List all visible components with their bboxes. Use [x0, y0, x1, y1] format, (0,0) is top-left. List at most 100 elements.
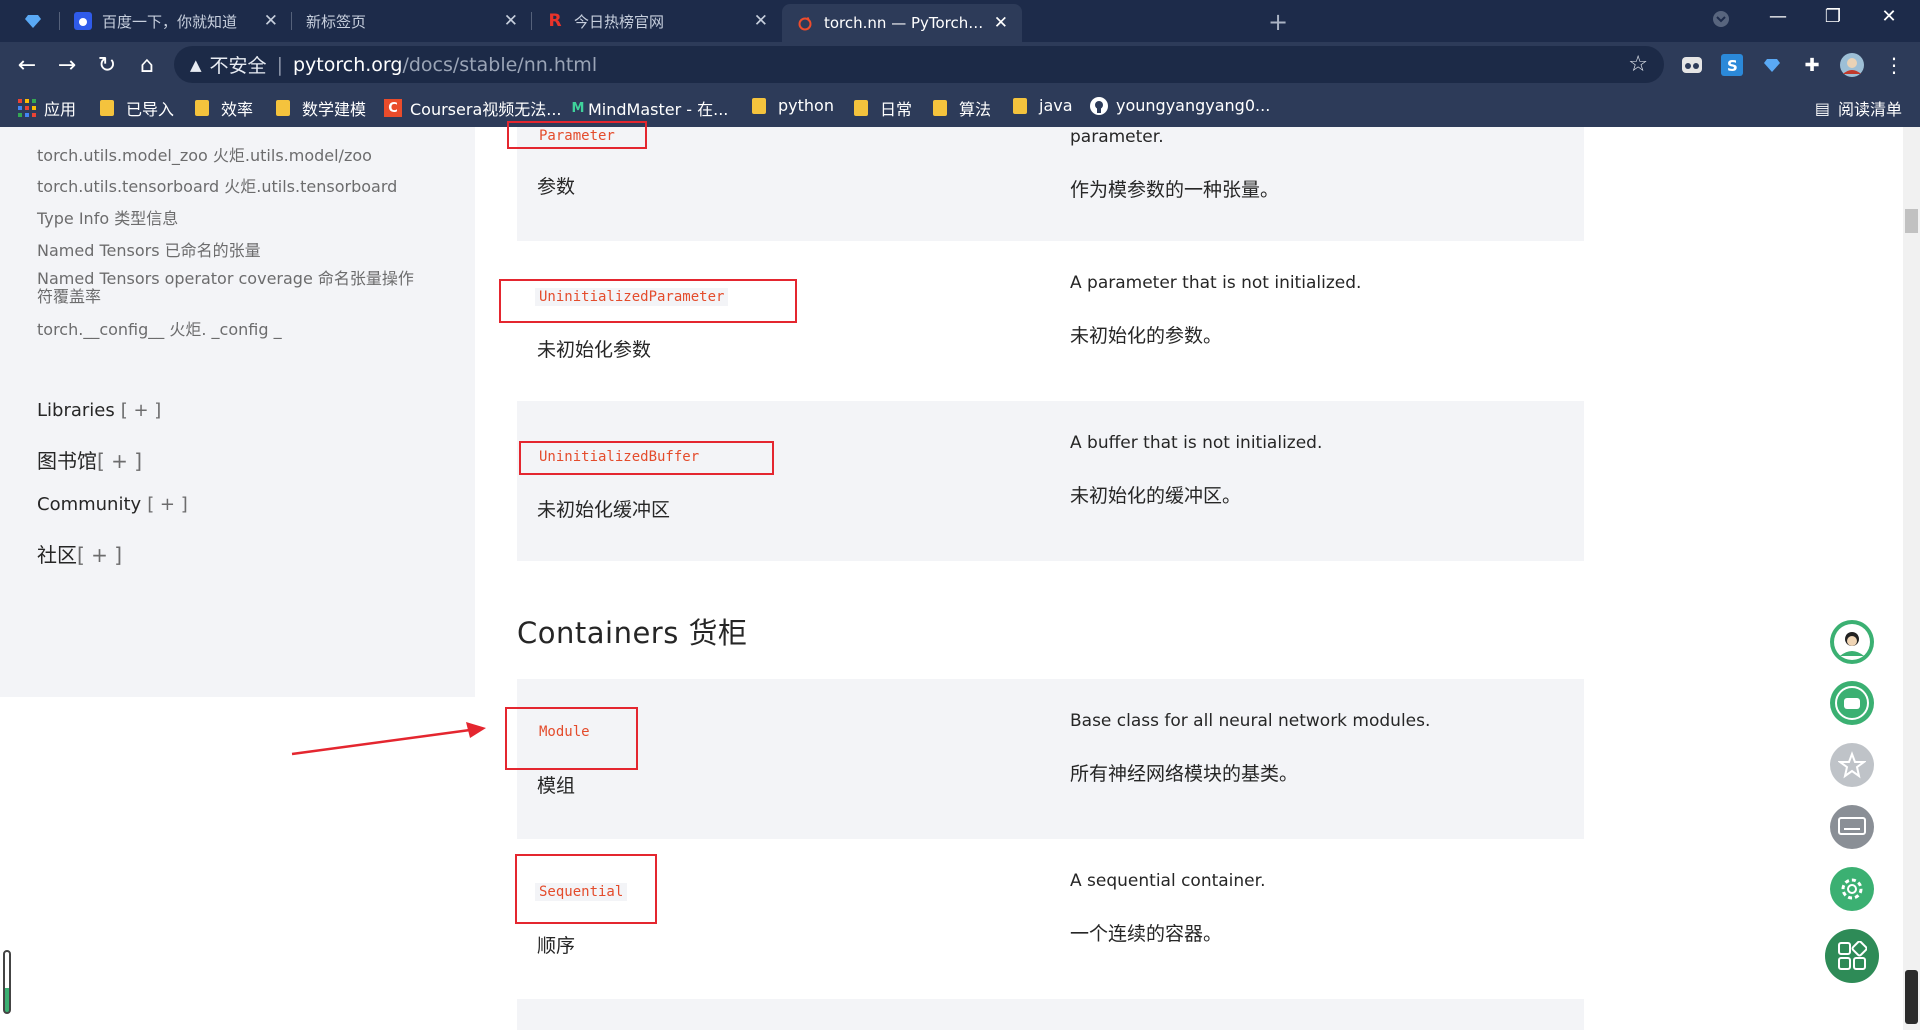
bookmark-github[interactable]: youngyangyang0... [1090, 96, 1270, 115]
tab-title: 新标签页 [306, 12, 367, 31]
bookmark-folder-imported[interactable]: 已导入 [100, 96, 174, 120]
address-bar[interactable]: ▲ 不安全 | pytorch.org/docs/stable/nn.html … [174, 46, 1664, 83]
scroll-widget[interactable] [1905, 970, 1918, 1024]
tab-title: torch.nn — PyTorch 1.9.0 documentation [824, 14, 986, 32]
page-scrollbar[interactable] [1903, 127, 1920, 1030]
api-name-cn: 未初始化缓冲区 [537, 499, 671, 521]
tab-pinned[interactable] [10, 0, 60, 42]
bookmark-star-icon[interactable]: ☆ [1628, 52, 1648, 77]
api-name-cn: 未初始化参数 [537, 339, 652, 361]
profile-avatar[interactable] [1838, 51, 1866, 79]
api-link-uninitialized-buffer[interactable]: UninitializedBuffer [535, 448, 704, 466]
sidebar-link-config[interactable]: torch.__config__ 火炬. _config _ [37, 321, 437, 339]
bookmark-folder-efficiency[interactable]: 效率 [195, 96, 253, 120]
apps-grid-icon[interactable] [1825, 929, 1879, 983]
keyboard-icon[interactable] [1830, 805, 1874, 849]
reading-list-button[interactable]: ▤ 阅读清单 [1815, 96, 1902, 120]
forward-arrow-icon[interactable]: → [52, 50, 82, 80]
api-description-en: A buffer that is not initialized. [1070, 433, 1323, 453]
sidebar-link-type-info[interactable]: Type Info 类型信息 [37, 210, 437, 228]
pytorch-icon [796, 14, 814, 32]
extension-s-icon[interactable]: S [1718, 51, 1746, 79]
window-close-icon[interactable]: ✕ [1866, 6, 1912, 27]
api-description-cn: 未初始化的缓冲区。 [1070, 485, 1242, 507]
more-menu-icon[interactable]: ⋮ [1880, 51, 1908, 79]
chat-icon[interactable] [1830, 681, 1874, 725]
table-row [517, 999, 1584, 1030]
svg-text:S: S [1727, 57, 1738, 75]
volume-slider[interactable] [3, 950, 11, 1014]
close-icon[interactable]: ✕ [754, 11, 768, 31]
tab-baidu[interactable]: 百度一下，你就知道 ✕ [60, 0, 292, 42]
api-link-sequential[interactable]: Sequential [535, 883, 628, 901]
star-icon[interactable] [1830, 743, 1874, 787]
api-description-en: Base class for all neural network module… [1070, 711, 1431, 731]
tab-strip: 百度一下，你就知道 ✕ 新标签页 ✕ R 今日热榜官网 ✕ torch.nn —… [0, 0, 1920, 42]
bookmarks-bar: 应用 已导入 效率 数学建模 C Coursera视频无法... M MindMas… [0, 87, 1920, 127]
avatar-icon[interactable] [1830, 620, 1874, 664]
new-tab-plus-icon[interactable]: + [1268, 8, 1288, 36]
api-name-cn: 参数 [537, 176, 576, 198]
expand-toggle[interactable]: [ + ] [147, 494, 188, 515]
reload-icon[interactable]: ↻ [92, 50, 122, 80]
sidebar-section-community[interactable]: Community[ + ] [37, 494, 188, 515]
home-icon[interactable]: ⌂ [132, 50, 162, 80]
bookmark-label: 效率 [221, 100, 254, 119]
sidebar-section-libraries-cn[interactable]: 图书馆[ + ] [37, 445, 142, 474]
sidebar-link-named-tensors-coverage[interactable]: Named Tensors operator coverage 命名张量操作符覆… [37, 270, 427, 306]
account-circle-icon[interactable] [1698, 10, 1744, 33]
github-icon [1090, 96, 1108, 115]
api-link-parameter[interactable]: Parameter [535, 127, 619, 145]
expand-toggle[interactable]: [ + ] [121, 400, 162, 421]
table-row: Sequential 顺序 A sequential container. 一个… [515, 839, 1584, 999]
bookmark-label: youngyangyang0... [1116, 96, 1271, 115]
section-heading-containers: Containers 货柜 [517, 616, 748, 650]
back-arrow-icon[interactable]: ← [12, 50, 42, 80]
settings-gear-icon[interactable] [1830, 867, 1874, 911]
expand-toggle[interactable]: [ + ] [77, 543, 122, 567]
tab-new[interactable]: 新标签页 ✕ [292, 0, 532, 42]
browser-toolbar: ← → ↻ ⌂ ▲ 不安全 | pytorch.org/docs/stable/… [0, 42, 1920, 87]
minimize-icon[interactable]: — [1755, 6, 1801, 27]
sidebar-link-named-tensors[interactable]: Named Tensors 已命名的张量 [37, 242, 437, 260]
bookmark-folder-math-modeling[interactable]: 数学建模 [276, 96, 366, 120]
sidebar-section-community-cn[interactable]: 社区[ + ] [37, 539, 122, 568]
extension-mask-icon[interactable] [1678, 51, 1706, 79]
scrollbar-thumb[interactable] [1905, 209, 1918, 233]
bookmark-apps[interactable]: 应用 [18, 96, 76, 120]
reading-list-icon: ▤ [1814, 98, 1830, 118]
sidebar-link-model-zoo[interactable]: torch.utils.model_zoo 火炬.utils.model/zoo [37, 147, 437, 165]
api-link-uninitialized-parameter[interactable]: UninitializedParameter [535, 288, 729, 306]
table-row: UninitializedBuffer 未初始化缓冲区 A buffer tha… [517, 401, 1584, 561]
api-name-cn: 顺序 [537, 935, 576, 957]
bookmark-folder-daily[interactable]: 日常 [854, 96, 912, 120]
extension-diamond-icon[interactable] [1758, 51, 1786, 79]
folder-icon [1013, 97, 1027, 114]
warning-triangle-icon: ▲ [190, 55, 202, 74]
sidebar-section-libraries[interactable]: Libraries[ + ] [37, 400, 161, 421]
reading-list-label: 阅读清单 [1837, 100, 1902, 119]
tab-hotlist[interactable]: R 今日热榜官网 ✕ [532, 0, 782, 42]
url-path: /docs/stable/nn.html [402, 53, 598, 76]
api-description-cn: 所有神经网络模块的基类。 [1070, 763, 1299, 785]
bookmark-coursera[interactable]: C Coursera视频无法... [384, 96, 562, 120]
bookmark-folder-java[interactable]: java [1013, 96, 1073, 115]
close-icon[interactable]: ✕ [504, 11, 518, 31]
folder-icon [752, 97, 766, 114]
api-description-cn: 一个连续的容器。 [1070, 923, 1223, 945]
api-link-module[interactable]: Module [535, 723, 594, 741]
bookmark-label: 数学建模 [302, 100, 367, 119]
bookmark-folder-python[interactable]: python [752, 96, 834, 115]
bookmark-label: 算法 [959, 100, 992, 119]
close-icon[interactable]: ✕ [994, 13, 1008, 33]
bookmark-folder-algorithm[interactable]: 算法 [933, 96, 991, 120]
expand-toggle[interactable]: [ + ] [97, 449, 142, 473]
bookmark-mindmaster[interactable]: M MindMaster - 在... [570, 96, 729, 120]
close-icon[interactable]: ✕ [264, 11, 278, 31]
bookmark-label: python [778, 96, 834, 115]
restore-icon[interactable]: ❐ [1810, 6, 1856, 27]
extensions-puzzle-icon[interactable]: ✚ [1798, 51, 1826, 79]
tab-pytorch[interactable]: torch.nn — PyTorch 1.9.0 documentation ✕ [782, 4, 1022, 42]
sidebar-link-tensorboard[interactable]: torch.utils.tensorboard 火炬.utils.tensorb… [37, 178, 437, 196]
api-description-en: A parameter that is not initialized. [1070, 273, 1362, 293]
